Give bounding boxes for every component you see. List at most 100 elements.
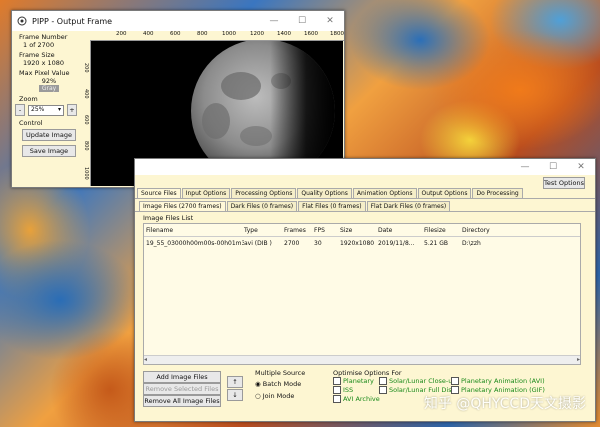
opt-avi-archive-label: AVI Archive [343, 395, 380, 403]
main-titlebar: — ☐ ✕ [135, 159, 595, 175]
cell-frames: 2700 [284, 239, 300, 247]
watermark: 知乎 @QHYCCD天文摄影 [423, 396, 586, 412]
multiple-source-label: Multiple Source [255, 369, 306, 377]
horizontal-ruler: 200 400 600 800 1000 1200 1400 1600 1800 [90, 31, 344, 41]
checkbox[interactable] [379, 377, 387, 385]
tab-animation-options[interactable]: Animation Options [352, 188, 417, 198]
cell-fps: 30 [314, 239, 322, 247]
cell-type: avi (DIB ) [244, 239, 272, 247]
zoom-out-button[interactable]: - [15, 104, 25, 116]
main-toolbar: Test Options [135, 175, 595, 189]
col-size[interactable]: Size [340, 227, 378, 234]
tab-quality-options[interactable]: Quality Options [297, 188, 352, 198]
maximize-icon[interactable]: ☐ [288, 16, 316, 26]
zoom-in-button[interactable]: + [67, 104, 77, 116]
table-row[interactable]: 19_55_03000h00m00s-00h01m3... avi (DIB )… [144, 237, 580, 249]
test-options-button[interactable]: Test Options [543, 177, 585, 189]
tab-processing-options[interactable]: Processing Options [231, 188, 297, 198]
opt-planetary-avi-label: Planetary Animation (AVI) [461, 377, 545, 385]
move-down-button[interactable]: ↓ [227, 389, 243, 401]
col-filesize[interactable]: Filesize [424, 227, 462, 234]
opt-planetary-label: Planetary [343, 377, 374, 385]
cell-directory: D:\zzh [462, 239, 481, 247]
ruler-tick: 200 [116, 31, 127, 37]
image-files-list-label: Image Files List [143, 214, 194, 222]
checkbox[interactable] [379, 386, 387, 394]
opt-solar-closeup[interactable]: Solar/Lunar Close-up [379, 377, 457, 385]
scroll-left-icon[interactable]: ◂ [144, 356, 147, 364]
opt-planetary-avi[interactable]: Planetary Animation (AVI) [451, 377, 571, 385]
maximize-icon[interactable]: ☐ [539, 162, 567, 172]
col-type[interactable]: Type [244, 227, 284, 234]
col-directory[interactable]: Directory [462, 227, 522, 234]
ruler-tick-v: 1000 [83, 167, 89, 180]
remove-all-image-files-button[interactable]: Remove All Image Files [143, 395, 221, 407]
frame-number-value: 1 of 2700 [23, 41, 55, 49]
checkbox[interactable] [333, 395, 341, 403]
max-pixel-label: Max Pixel Value [19, 69, 70, 77]
tab-input-options[interactable]: Input Options [181, 188, 231, 198]
horizontal-scrollbar[interactable]: ◂ ▸ [144, 355, 580, 364]
pipp-main-window: — ☐ ✕ Test Options Source Files Input Opt… [134, 158, 596, 422]
ruler-tick: 1400 [277, 31, 291, 37]
tab-output-options[interactable]: Output Options [417, 188, 472, 198]
col-fps[interactable]: FPS [314, 227, 340, 234]
frame-size-value: 1920 x 1080 [23, 59, 65, 67]
scroll-right-icon[interactable]: ▸ [577, 356, 580, 364]
remove-selected-files-button[interactable]: Remove Selected Files [143, 383, 221, 395]
add-image-files-button[interactable]: Add Image Files [143, 371, 221, 383]
subtab-flat-dark-files[interactable]: Flat Dark Files (0 frames) [366, 201, 451, 211]
subtab-image-files[interactable]: Image Files (2700 frames) [139, 201, 226, 211]
ruler-tick: 1800 [330, 31, 344, 37]
max-pixel-value: 92% [41, 77, 57, 85]
zoom-select[interactable]: 25% ▾ [28, 104, 64, 116]
close-icon[interactable]: ✕ [316, 16, 344, 26]
close-icon[interactable]: ✕ [567, 162, 595, 172]
frame-info-panel: Frame Number 1 of 2700 Frame Size 1920 x… [15, 33, 83, 157]
arrow-up-icon: ↑ [232, 378, 238, 386]
zoom-label: Zoom [19, 95, 38, 103]
col-date[interactable]: Date [378, 227, 424, 234]
radio-selected-icon: ◉ [255, 380, 261, 388]
checkbox[interactable] [451, 377, 459, 385]
opt-avi-archive[interactable]: AVI Archive [333, 395, 383, 403]
opt-iss-label: ISS [343, 386, 354, 394]
max-pixel-badge: Gray [39, 85, 59, 92]
pipp-app-icon [16, 15, 28, 27]
optimise-label: Optimise Options For [333, 369, 402, 377]
image-files-grid[interactable]: Filename Type Frames FPS Size Date Files… [143, 223, 581, 365]
subtab-dark-files[interactable]: Dark Files (0 frames) [226, 201, 298, 211]
minimize-icon[interactable]: — [260, 16, 288, 26]
ruler-tick: 1200 [250, 31, 264, 37]
tab-source-files[interactable]: Source Files [137, 188, 181, 198]
ruler-tick-v: 200 [83, 63, 89, 73]
batch-mode-radio[interactable]: ◉ Batch Mode [255, 380, 331, 388]
vertical-ruler: 200 400 600 800 1000 [83, 41, 91, 186]
cell-size: 1920x1080 [340, 239, 375, 247]
ruler-tick: 600 [170, 31, 181, 37]
opt-planetary[interactable]: Planetary [333, 377, 383, 385]
update-image-button[interactable]: Update Image [22, 129, 76, 141]
output-frame-titlebar: PIPP - Output Frame — ☐ ✕ [12, 11, 344, 31]
tab-do-processing[interactable]: Do Processing [472, 188, 523, 198]
optimise-group: Optimise Options For Planetary ISS AVI A… [333, 369, 573, 403]
chevron-down-icon: ▾ [57, 105, 61, 113]
checkbox[interactable] [333, 377, 341, 385]
col-frames[interactable]: Frames [284, 227, 314, 234]
radio-empty-icon: ○ [255, 392, 261, 400]
minimize-icon[interactable]: — [511, 162, 539, 172]
grid-header: Filename Type Frames FPS Size Date Files… [144, 224, 580, 237]
zoom-value: 25% [31, 105, 45, 113]
opt-iss[interactable]: ISS [333, 386, 383, 394]
batch-mode-label: Batch Mode [262, 380, 302, 388]
sub-tabs: Image Files (2700 frames) Dark Files (0 f… [135, 201, 595, 212]
opt-solar-closeup-label: Solar/Lunar Close-up [389, 377, 457, 385]
arrow-down-icon: ↓ [232, 391, 238, 399]
join-mode-radio[interactable]: ○ Join Mode [255, 392, 331, 400]
save-image-button[interactable]: Save Image [22, 145, 76, 157]
col-filename[interactable]: Filename [144, 227, 244, 234]
checkbox[interactable] [333, 386, 341, 394]
multiple-source-group: Multiple Source ◉ Batch Mode ○ Join Mode [255, 369, 331, 400]
subtab-flat-files[interactable]: Flat Files (0 frames) [298, 201, 366, 211]
move-up-button[interactable]: ↑ [227, 376, 243, 388]
